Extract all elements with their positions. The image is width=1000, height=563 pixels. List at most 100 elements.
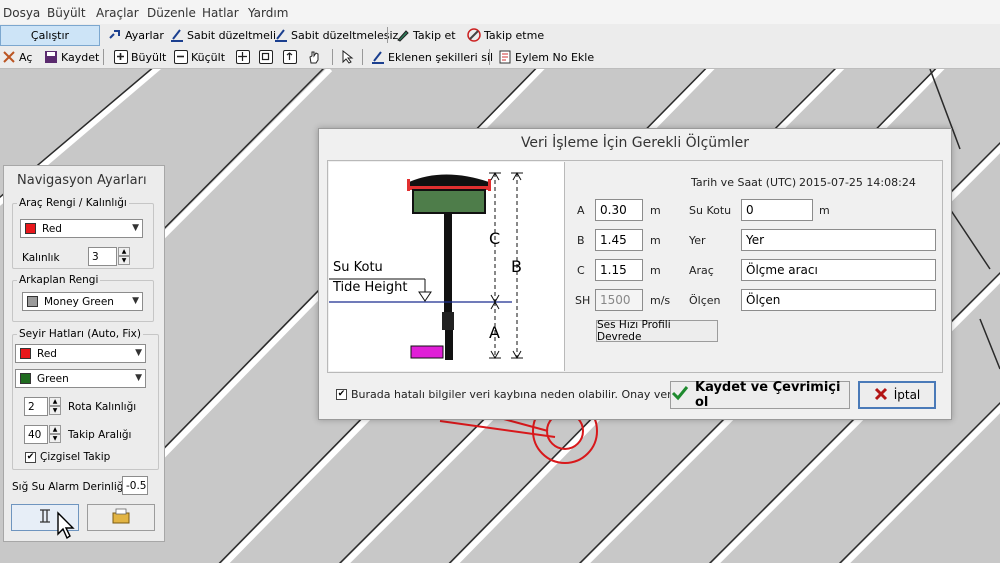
follow-label: Takip et	[413, 28, 456, 42]
sh-unit: m/s	[650, 294, 671, 307]
place-input[interactable]: Yer	[741, 229, 936, 251]
menu-tools[interactable]: Araçlar	[96, 6, 139, 20]
thickness-spinner[interactable]: ▲ ▼	[118, 247, 130, 266]
thickness-label: Kalınlık	[22, 252, 60, 264]
line-follow-checkbox[interactable]: ✔	[25, 452, 36, 463]
chevron-down-icon: ▼	[135, 348, 142, 358]
line-follow-label: Çizgisel Takip	[40, 451, 111, 463]
follow-button[interactable]: Takip et	[396, 27, 456, 43]
menu-edit[interactable]: Düzenle	[147, 6, 196, 20]
mouse-cursor-icon	[56, 511, 76, 544]
document-icon	[498, 50, 512, 64]
place-label: Yer	[689, 234, 706, 247]
confirm-checkbox[interactable]: ✔	[336, 389, 347, 400]
center-button[interactable]	[283, 49, 297, 65]
vehicle-color-select[interactable]: Red ▼	[20, 219, 143, 238]
water-level-label: Su Kotu	[689, 204, 732, 217]
route-thickness-input[interactable]: 2	[24, 397, 48, 416]
pan-button[interactable]	[236, 49, 250, 65]
settings-button[interactable]: Ayarlar	[108, 27, 164, 43]
thickness-input[interactable]: 3	[88, 247, 117, 266]
delete-added-shapes-button[interactable]: Eklenen şekilleri sil	[371, 49, 493, 65]
shallow-alarm-label: Sığ Su Alarm Derinliği	[12, 481, 127, 493]
zoom-in-label: Büyült	[131, 50, 167, 64]
water-level-input[interactable]: 0	[741, 199, 813, 221]
route-thickness-label: Rota Kalınlığı	[68, 401, 137, 413]
vehicle-color-value: Red	[42, 222, 62, 235]
b-input[interactable]: 1.45	[595, 229, 643, 251]
pencil-icon	[396, 28, 410, 42]
route-thickness-spinner[interactable]: ▲ ▼	[49, 397, 61, 416]
track-color-1-value: Red	[37, 347, 57, 360]
hand-button[interactable]	[307, 49, 321, 65]
track-color-2-select[interactable]: Green ▼	[15, 369, 146, 388]
sound-profile-button[interactable]: Ses Hızı Profili Devrede	[596, 319, 718, 343]
c-input[interactable]: 1.15	[595, 259, 643, 281]
cancel-button[interactable]: İptal	[858, 381, 936, 409]
fit-button[interactable]	[259, 49, 273, 65]
navigation-settings-panel: Navigasyon Ayarları Araç Rengi / Kalınlı…	[3, 165, 165, 542]
color-swatch	[20, 373, 31, 384]
background-color-value: Money Green	[44, 295, 114, 308]
b-unit: m	[650, 234, 661, 247]
toolbar-secondary: Aç Kaydet Büyült Küçült Eklenen şekiller…	[0, 46, 1000, 69]
a-unit: m	[650, 204, 661, 217]
background-color-select[interactable]: Money Green ▼	[22, 292, 143, 311]
track-color-1-select[interactable]: Red ▼	[15, 344, 146, 363]
confirm-label: Burada hatalı bilgiler veri kaybına nede…	[351, 388, 695, 401]
chevron-down-icon: ▼	[132, 296, 139, 306]
run-button[interactable]: Çalıştır	[0, 25, 100, 46]
center-icon	[283, 50, 297, 64]
ruler-pen-icon	[371, 50, 385, 64]
save-and-go-online-button[interactable]: Kaydet ve Çevrimiçi ol	[670, 380, 850, 410]
color-swatch	[27, 296, 38, 307]
measurements-frame: C B A Su Kotu Tide Height Tarih ve Saat …	[327, 160, 943, 373]
save-button[interactable]: Kaydet	[44, 49, 99, 65]
zoom-out-label: Küçült	[191, 50, 226, 64]
save-label: Kaydet	[61, 50, 100, 64]
follow-interval-label: Takip Aralığı	[68, 429, 132, 441]
sound-speed-input[interactable]: 1500	[595, 289, 643, 311]
menu-file[interactable]: Dosya	[3, 6, 40, 20]
zoom-in-button[interactable]: Büyült	[114, 49, 166, 65]
vehicle-input[interactable]: Ölçme aracı	[741, 259, 936, 281]
no-follow-button[interactable]: Takip etme	[467, 27, 544, 43]
cursor-icon	[341, 49, 355, 64]
color-swatch	[20, 348, 31, 359]
no-fixed-correction-button[interactable]: Sabit düzeltmelesiz	[274, 27, 398, 43]
follow-interval-spinner[interactable]: ▲ ▼	[49, 425, 61, 444]
zoom-out-button[interactable]: Küçült	[174, 49, 225, 65]
b-label: B	[577, 234, 585, 247]
shallow-alarm-input[interactable]: -0.5	[122, 476, 148, 495]
settings-icon	[108, 28, 122, 42]
a-label: A	[577, 204, 585, 217]
add-event-button[interactable]: Eylem No Ekle	[498, 49, 594, 65]
fixed-correction-button[interactable]: Sabit düzeltmeli	[170, 27, 276, 43]
track-lines-group-title: Seyir Hatları (Auto, Fix)	[17, 328, 143, 340]
no-fixed-correction-label: Sabit düzeltmelesiz	[291, 28, 399, 42]
no-pencil-icon	[467, 28, 481, 42]
log-folder-button[interactable]	[87, 504, 155, 531]
color-swatch	[25, 223, 36, 234]
cancel-label: İptal	[893, 388, 921, 402]
delete-added-shapes-label: Eklenen şekilleri sil	[388, 50, 494, 64]
water-level-text: Su Kotu	[333, 260, 383, 275]
a-input[interactable]: 0.30	[595, 199, 643, 221]
save-and-go-online-label: Kaydet ve Çevrimiçi ol	[695, 380, 841, 410]
sh-label: SH	[575, 294, 591, 307]
menu-zoom[interactable]: Büyült	[47, 6, 86, 20]
log-folder-icon	[111, 508, 131, 527]
fixed-correction-label: Sabit düzeltmeli	[187, 28, 277, 42]
select-button[interactable]	[341, 49, 355, 65]
follow-interval-input[interactable]: 40	[24, 425, 48, 444]
menu-lines[interactable]: Hatlar	[202, 6, 239, 20]
ruler-pen-icon	[170, 28, 184, 42]
surveyor-input[interactable]: Ölçen	[741, 289, 936, 311]
open-label: Aç	[19, 50, 33, 64]
hand-icon	[307, 50, 321, 64]
check-icon	[671, 385, 689, 405]
label-b: B	[511, 257, 522, 276]
open-button[interactable]: Aç	[2, 49, 32, 65]
menu-help[interactable]: Yardım	[248, 6, 288, 20]
add-event-label: Eylem No Ekle	[515, 50, 595, 64]
